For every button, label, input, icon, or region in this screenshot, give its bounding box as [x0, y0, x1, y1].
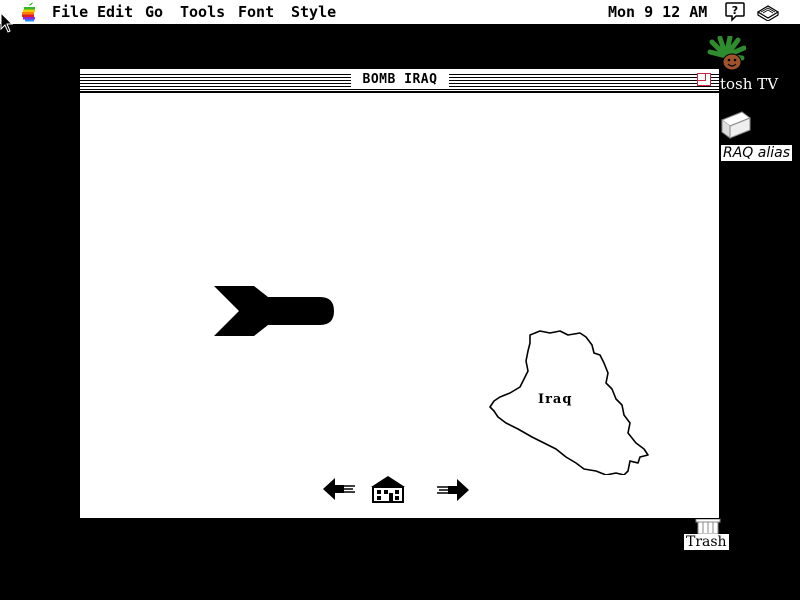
home-icon[interactable]: [369, 475, 407, 503]
menu-style[interactable]: Style: [291, 3, 336, 21]
window-title: BOMB IRAQ: [351, 72, 449, 88]
desktop-icon-label-tv[interactable]: tosh TV: [720, 76, 779, 92]
desktop-icon-label-alias[interactable]: RAQ alias: [721, 145, 793, 161]
apple-menu-icon[interactable]: [20, 2, 38, 22]
help-question-icon[interactable]: ?: [724, 2, 746, 22]
plant-tv-icon[interactable]: [706, 36, 746, 72]
menu-go[interactable]: Go: [145, 3, 163, 21]
window-content: Iraq: [80, 93, 719, 518]
desktop-icon-label-trash[interactable]: Trash: [684, 534, 729, 550]
menu-edit[interactable]: Edit: [97, 3, 133, 21]
svg-text:?: ?: [732, 4, 738, 17]
forward-arrow-icon[interactable]: [436, 477, 470, 503]
menu-bar: File Edit Go Tools Font Style Mon 9 12 A…: [0, 0, 800, 25]
back-arrow-icon[interactable]: [322, 476, 356, 502]
main-window: BOMB IRAQ Iraq: [79, 68, 720, 519]
finder-icon[interactable]: [756, 3, 780, 21]
trash-icon[interactable]: [694, 518, 722, 534]
menu-font[interactable]: Font: [238, 3, 274, 21]
window-title-bar[interactable]: BOMB IRAQ: [80, 69, 719, 93]
menu-file[interactable]: File: [52, 3, 88, 21]
map-label-iraq: Iraq: [538, 392, 573, 407]
bomb-icon[interactable]: [214, 285, 334, 337]
zoom-box-icon[interactable]: [697, 73, 711, 86]
stack-alias-icon[interactable]: [720, 104, 752, 140]
menu-tools[interactable]: Tools: [180, 3, 225, 21]
mouse-pointer-icon: [0, 12, 14, 33]
menu-clock[interactable]: Mon 9 12 AM: [608, 3, 707, 21]
